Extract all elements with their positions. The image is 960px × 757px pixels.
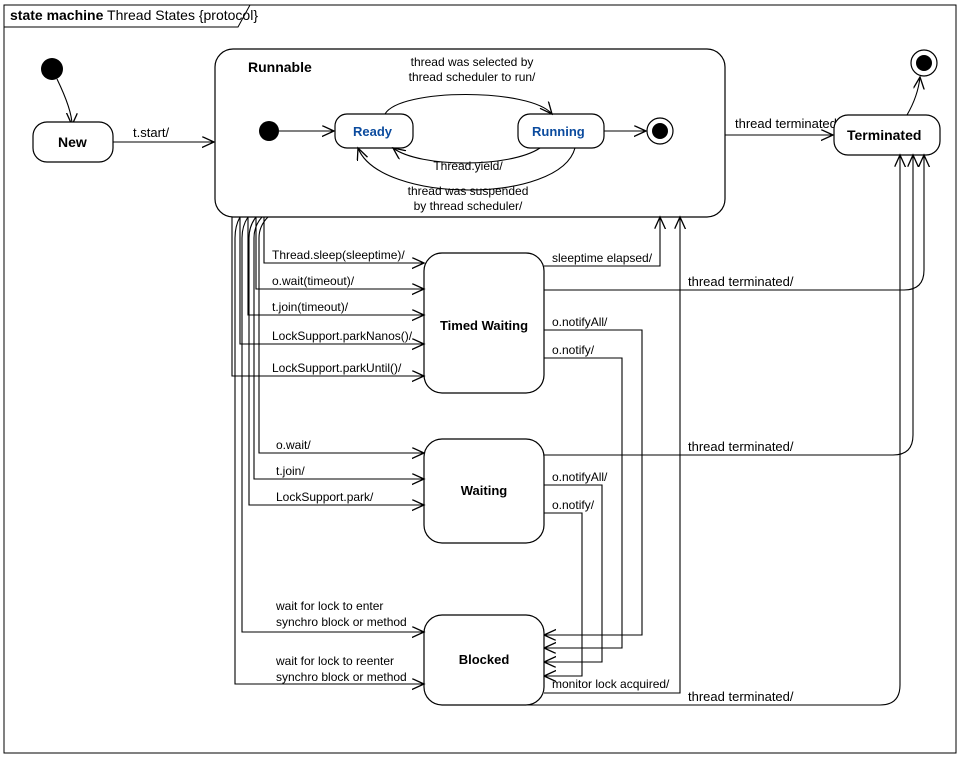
state-running-label: Running: [532, 124, 585, 139]
tw-t4: LockSupport.parkUntil()/: [272, 361, 402, 375]
w-b1: o.notify/: [552, 498, 595, 512]
w-t2: LockSupport.park/: [276, 490, 374, 504]
label-susp-2: by thread scheduler/: [414, 199, 523, 213]
state-runnable-label: Runnable: [248, 59, 312, 75]
trans-tstart-label: t.start/: [133, 125, 170, 140]
state-terminated-label: Terminated: [847, 127, 921, 143]
tw-t0: Thread.sleep(sleeptime)/: [272, 248, 405, 262]
initial-state-icon: [41, 58, 63, 80]
tw-b0: sleeptime elapsed/: [552, 251, 653, 265]
label-yield: Thread.yield/: [433, 159, 503, 173]
label-selected-2: thread scheduler to run/: [409, 70, 536, 84]
w-t1: t.join/: [276, 464, 305, 478]
blk-t0a: wait for lock to enter: [275, 599, 383, 613]
state-machine-diagram: state machine Thread States {protocol} N…: [0, 0, 960, 757]
tw-t1: o.wait(timeout)/: [272, 274, 355, 288]
state-blocked-label: Blocked: [459, 652, 510, 667]
state-timed-waiting-label: Timed Waiting: [440, 318, 528, 333]
label-term-main: thread terminated/: [735, 116, 841, 131]
label-selected-1: thread was selected by: [411, 55, 534, 69]
runnable-initial-icon: [259, 121, 279, 141]
runnable-final-inner-icon: [652, 123, 668, 139]
tw-b2: o.notify/: [552, 343, 595, 357]
label-susp-1: thread was suspended: [408, 184, 529, 198]
blk-t0b: synchro block or method: [276, 615, 407, 629]
w-t0: o.wait/: [276, 438, 311, 452]
state-waiting-label: Waiting: [461, 483, 508, 498]
blk-term: thread terminated/: [688, 689, 794, 704]
frame-title: state machine Thread States {protocol}: [10, 7, 258, 23]
blk-t1a: wait for lock to reenter: [275, 654, 394, 668]
tw-b1: o.notifyAll/: [552, 315, 608, 329]
state-new-label: New: [58, 134, 87, 150]
w-term: thread terminated/: [688, 439, 794, 454]
blk-t1b: synchro block or method: [276, 670, 407, 684]
tw-t3: LockSupport.parkNanos()/: [272, 329, 413, 343]
w-b0: o.notifyAll/: [552, 470, 608, 484]
tw-t2: t.join(timeout)/: [272, 300, 349, 314]
state-ready-label: Ready: [353, 124, 393, 139]
outer-final-inner-icon: [916, 55, 932, 71]
blk-back: monitor lock acquired/: [552, 677, 670, 691]
tw-term: thread terminated/: [688, 274, 794, 289]
